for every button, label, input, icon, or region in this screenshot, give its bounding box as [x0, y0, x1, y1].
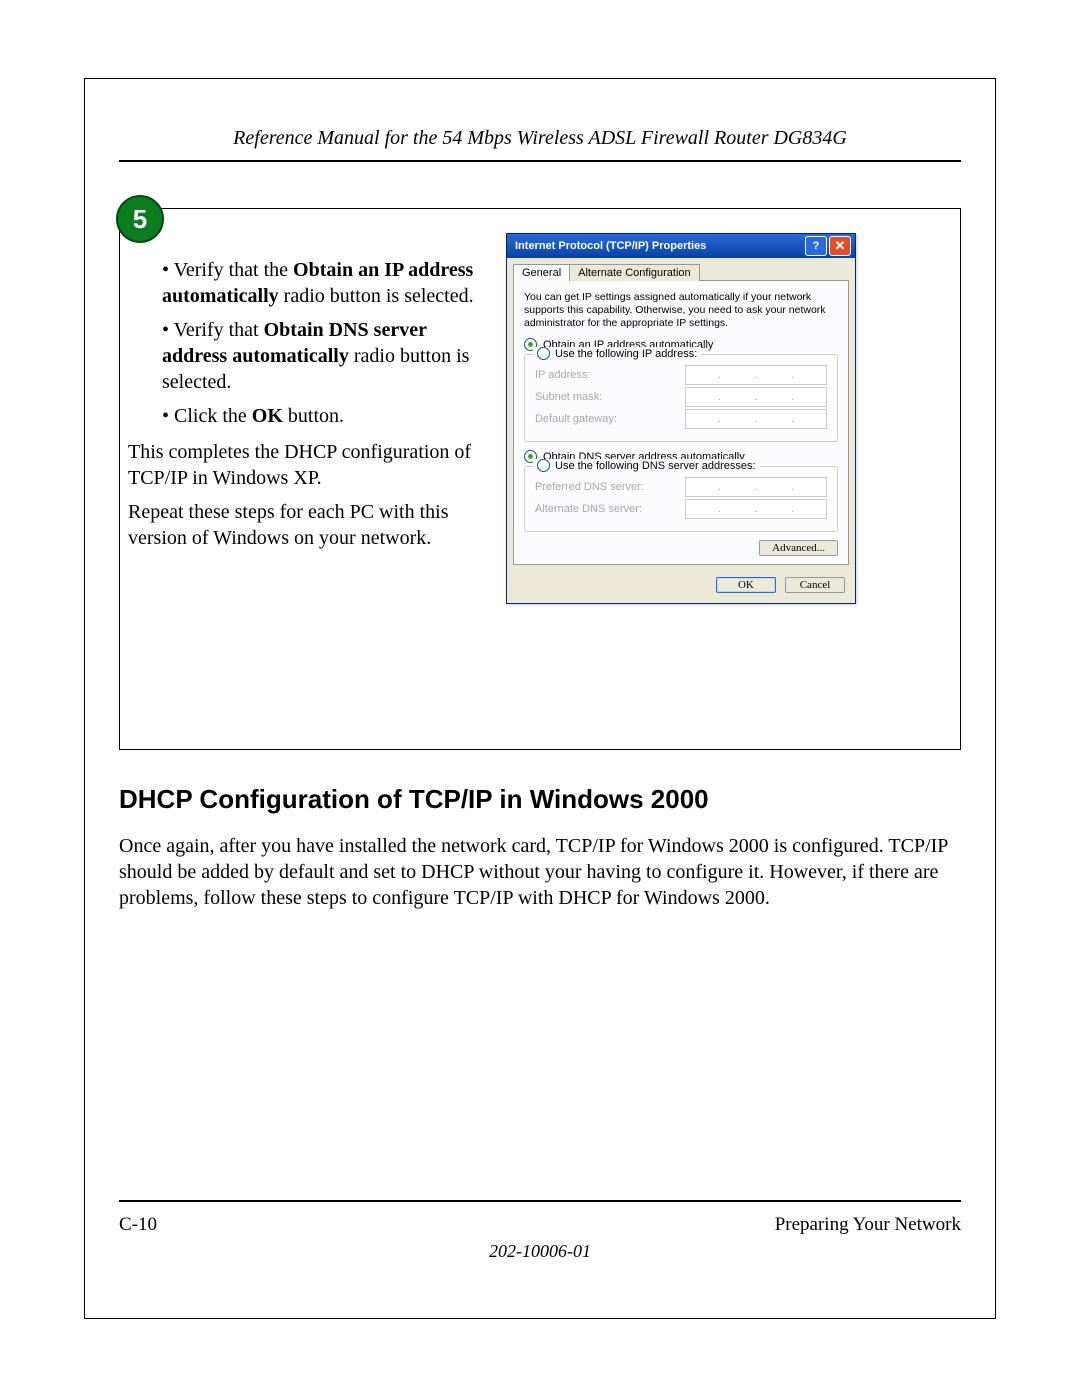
page-outer-border: Reference Manual for the 54 Mbps Wireles… — [84, 78, 996, 1319]
dialog-title: Internet Protocol (TCP/IP) Properties — [511, 240, 803, 252]
fieldset-static-dns: Use the following DNS server addresses: … — [524, 466, 838, 532]
row-ip-address: IP address: ... — [535, 365, 827, 385]
input-default-gateway[interactable]: ... — [685, 409, 827, 429]
step-text-column: 5 • Verify that the Obtain an IP address… — [120, 209, 496, 749]
input-subnet-mask[interactable]: ... — [685, 387, 827, 407]
ok-button[interactable]: OK — [716, 577, 776, 593]
running-header: Reference Manual for the 54 Mbps Wireles… — [97, 127, 983, 150]
label-pdns: Preferred DNS server: — [535, 481, 685, 493]
screenshot-column: Internet Protocol (TCP/IP) Properties ? … — [496, 209, 960, 749]
advanced-button[interactable]: Advanced... — [759, 540, 838, 556]
cancel-button[interactable]: Cancel — [785, 577, 845, 593]
tab-alternate-configuration[interactable]: Alternate Configuration — [569, 264, 700, 281]
step-para-2: Repeat these steps for each PC with this… — [128, 499, 488, 551]
close-icon[interactable]: ✕ — [829, 236, 851, 256]
row-default-gateway: Default gateway: ... — [535, 409, 827, 429]
step-bullet-1: • Verify that the Obtain an IP address a… — [162, 257, 488, 309]
step-para-1: This completes the DHCP configuration of… — [128, 439, 488, 491]
document-page: Reference Manual for the 54 Mbps Wireles… — [0, 0, 1080, 1397]
dialog-description: You can get IP settings assigned automat… — [524, 291, 838, 330]
label-mask: Subnet mask: — [535, 391, 685, 403]
help-icon[interactable]: ? — [805, 236, 827, 256]
dialog-buttons: OK Cancel — [507, 571, 855, 603]
label-gw: Default gateway: — [535, 413, 685, 425]
radio-icon — [537, 347, 550, 360]
input-alternate-dns[interactable]: ... — [685, 499, 827, 519]
row-preferred-dns: Preferred DNS server: ... — [535, 477, 827, 497]
footer-chapter-title: Preparing Your Network — [775, 1214, 961, 1236]
tab-general[interactable]: General — [513, 264, 570, 281]
tcpip-properties-dialog: Internet Protocol (TCP/IP) Properties ? … — [506, 233, 856, 604]
tab-general-body: You can get IP settings assigned automat… — [513, 280, 849, 565]
radio-icon — [537, 459, 550, 472]
row-alternate-dns: Alternate DNS server: ... — [535, 499, 827, 519]
step-number-badge: 5 — [116, 195, 164, 243]
footer-doc-number: 202-10006-01 — [97, 1241, 983, 1262]
advanced-button-row: Advanced... — [524, 540, 838, 556]
row-subnet-mask: Subnet mask: ... — [535, 387, 827, 407]
step-bullet-3: • Click the OK button. — [162, 403, 488, 429]
step-panel: 5 • Verify that the Obtain an IP address… — [119, 208, 961, 750]
footer-page-number: C-10 — [119, 1214, 157, 1236]
dialog-tabs: GeneralAlternate Configuration — [507, 258, 855, 280]
label-adns: Alternate DNS server: — [535, 503, 685, 515]
input-ip-address[interactable]: ... — [685, 365, 827, 385]
radio-use-static-ip[interactable]: Use the following IP address: — [533, 347, 701, 360]
footer-rule — [119, 1200, 961, 1202]
section-heading: DHCP Configuration of TCP/IP in Windows … — [119, 784, 961, 815]
input-preferred-dns[interactable]: ... — [685, 477, 827, 497]
legend-label: Use the following IP address: — [555, 348, 697, 360]
label-ip: IP address: — [535, 369, 685, 381]
header-rule — [119, 160, 961, 162]
fieldset-static-ip: Use the following IP address: IP address… — [524, 354, 838, 442]
step-bullet-2: • Verify that Obtain DNS server address … — [162, 317, 488, 395]
section-body: Once again, after you have installed the… — [119, 833, 961, 911]
page-inner: Reference Manual for the 54 Mbps Wireles… — [97, 91, 983, 1306]
step-bullets: • Verify that the Obtain an IP address a… — [162, 257, 488, 429]
dialog-titlebar[interactable]: Internet Protocol (TCP/IP) Properties ? … — [507, 234, 855, 258]
radio-use-static-dns[interactable]: Use the following DNS server addresses: — [533, 459, 760, 472]
legend-label: Use the following DNS server addresses: — [555, 460, 756, 472]
